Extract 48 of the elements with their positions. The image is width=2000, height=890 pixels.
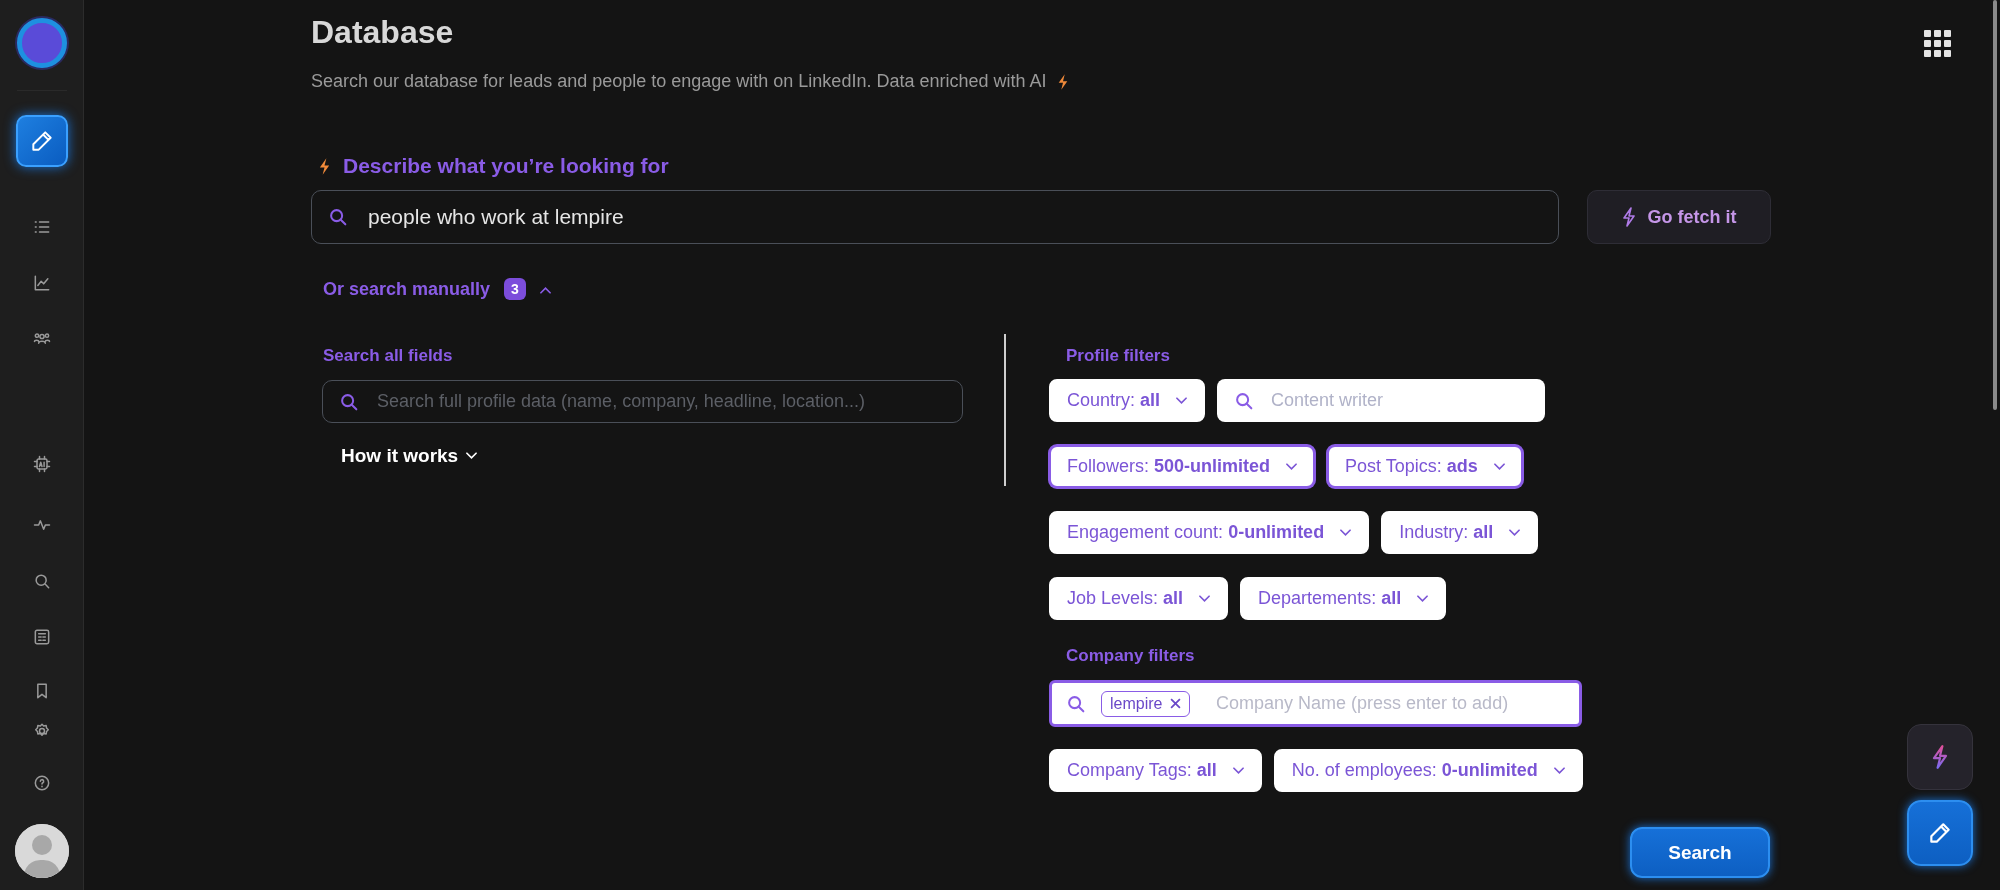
page-subtitle: Search our database for leads and people to engage with on LinkedIn. Data enriched with AI <box>311 71 1047 92</box>
how-it-works-link[interactable]: How it works <box>341 445 478 467</box>
page-title: Database <box>311 14 454 51</box>
chevron-down-icon <box>1553 766 1565 775</box>
fetch-button[interactable]: Go fetch it <box>1587 190 1771 244</box>
chevron-down-icon <box>1340 528 1352 537</box>
filter-dropdown[interactable]: No. of employees: 0-unlimited <box>1273 749 1583 792</box>
company-tag[interactable]: lempire <box>1101 690 1191 717</box>
filter-dropdown[interactable]: Followers: 500-unlimited <box>1049 445 1316 488</box>
lightning-icon <box>318 156 331 176</box>
search-icon <box>327 206 349 228</box>
section-label: Company filters <box>1065 646 1196 666</box>
filter-count-badge: 3 <box>504 278 526 300</box>
pencil-nav-button[interactable] <box>15 115 68 167</box>
ai-search-field[interactable]: people who work at lempire <box>311 190 1559 244</box>
section-label: Search all fields <box>322 346 454 366</box>
section-label: Profile filters <box>1065 346 1171 366</box>
ai-chip-icon <box>31 454 52 474</box>
keyword-search-field[interactable]: Content writer <box>1217 379 1546 422</box>
chevron-down-icon <box>1417 594 1429 603</box>
close-icon[interactable] <box>1170 698 1182 709</box>
filter-dropdown[interactable]: Industry: all <box>1381 511 1539 554</box>
ai-action-button[interactable] <box>1907 724 1973 790</box>
chevron-down-icon <box>1286 462 1298 471</box>
chevron-down-icon <box>1232 766 1244 775</box>
profile-search-field[interactable]: Search full profile data (name, company, headline, location...) <box>322 380 963 423</box>
chevron-down-icon <box>1509 528 1521 537</box>
ai-search-label: Describe what you’re looking for <box>343 154 669 178</box>
search-button[interactable]: Search <box>1630 827 1770 878</box>
filter-dropdown[interactable]: Country: all <box>1049 379 1206 422</box>
chevron-down-icon <box>1176 396 1188 405</box>
chevron-down-icon <box>466 452 478 460</box>
filter-dropdown[interactable]: Departements: all <box>1240 577 1447 620</box>
avatar-icon[interactable] <box>14 824 69 878</box>
chevron-down-icon <box>1493 462 1505 471</box>
filter-dropdown[interactable]: Job Levels: all <box>1049 577 1229 620</box>
edit-action-button[interactable] <box>1907 800 1973 866</box>
filter-dropdown[interactable]: Post Topics: ads <box>1327 445 1523 488</box>
manual-search-toggle[interactable]: Or search manually <box>323 278 491 300</box>
filter-dropdown[interactable]: Company Tags: all <box>1049 749 1262 792</box>
lightning-icon <box>1931 745 1949 769</box>
chevron-down-icon <box>1199 594 1211 603</box>
lightning-icon <box>1621 207 1636 227</box>
apps-grid-icon[interactable] <box>1924 30 1951 57</box>
app-logo[interactable] <box>16 18 67 68</box>
filter-dropdown[interactable]: Engagement count: 0-unlimited <box>1049 511 1370 554</box>
chevron-up-icon <box>539 286 551 294</box>
pencil-icon <box>1927 820 1953 846</box>
